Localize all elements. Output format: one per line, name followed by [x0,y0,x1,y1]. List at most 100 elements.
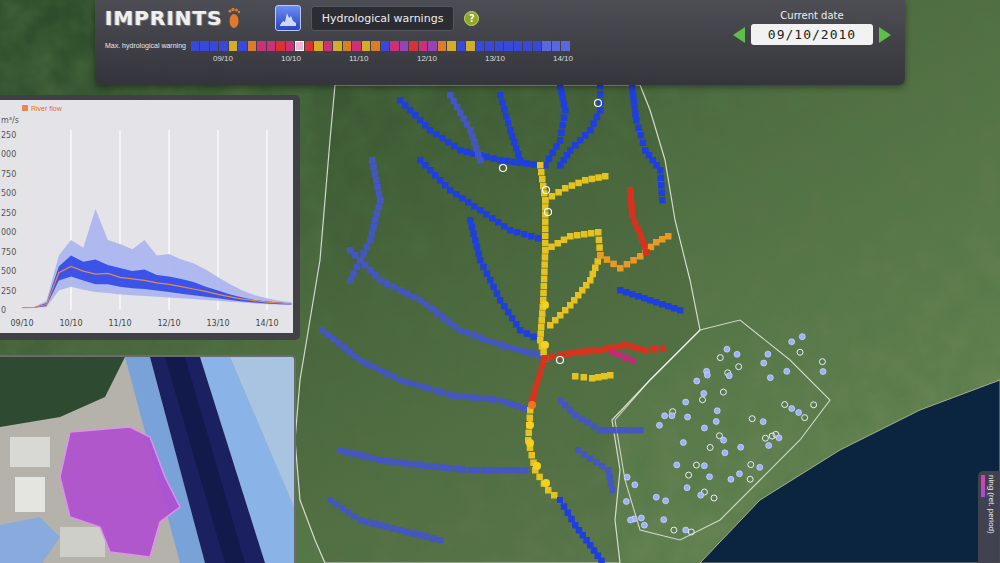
timeline-cell[interactable] [229,41,238,51]
rain-gauge[interactable] [685,414,691,420]
timeline-cell[interactable] [381,41,390,51]
rain-gauge[interactable] [693,462,699,468]
river-segment[interactable] [542,173,609,204]
timeline-cell[interactable] [542,41,551,51]
rain-gauge[interactable] [624,474,630,480]
timeline-cell[interactable] [248,41,257,51]
rain-gauge[interactable] [661,517,667,523]
timeline-cell[interactable] [514,41,523,51]
rain-gauge[interactable] [707,444,713,450]
rain-gauge[interactable] [638,515,644,521]
river-segment[interactable] [537,162,549,362]
timeline-cell[interactable] [504,41,513,51]
rain-gauge[interactable] [684,485,690,491]
rain-gauge[interactable] [776,435,782,441]
rain-gauge[interactable] [766,443,772,449]
rain-gauge[interactable] [767,375,773,381]
rain-gauge[interactable] [641,522,647,528]
timeline-cell[interactable] [362,41,371,51]
timeline-cell[interactable] [409,41,418,51]
rain-gauge[interactable] [722,450,728,456]
river-segment[interactable] [572,372,614,382]
rain-gauge[interactable] [717,355,723,361]
rain-gauge[interactable] [782,402,788,408]
rain-gauge[interactable] [701,463,707,469]
warning-station[interactable] [542,479,550,487]
rain-gauge[interactable] [720,389,726,395]
prev-date-button[interactable] [733,27,745,43]
river-segment[interactable] [447,92,484,164]
river-segment[interactable] [497,92,524,164]
river-segment[interactable] [597,233,672,272]
gauge-station[interactable] [543,187,550,194]
rain-gauge[interactable] [680,440,686,446]
timeline-cell[interactable] [333,41,342,51]
river-segment[interactable] [609,349,636,364]
river-segment[interactable] [629,85,666,204]
help-button[interactable]: ? [464,11,479,26]
river-segment[interactable] [397,97,544,169]
timeline-cell[interactable] [343,41,352,51]
timeline-cell[interactable] [457,41,466,51]
rain-gauge[interactable] [683,399,689,405]
river-segment[interactable] [337,447,529,474]
gauge-station[interactable] [595,100,602,107]
river-segment[interactable] [617,287,684,314]
timeline-cell[interactable] [219,41,228,51]
flood-zone[interactable] [60,427,180,557]
timeline-cell[interactable] [428,41,437,51]
timeline-cell[interactable] [476,41,485,51]
river-segment[interactable] [319,327,534,414]
river-segment[interactable] [527,355,549,414]
rain-gauge[interactable] [711,495,717,501]
rain-gauge[interactable] [728,476,734,482]
rain-gauge[interactable] [671,527,677,533]
rain-gauge[interactable] [707,474,713,480]
next-date-button[interactable] [879,27,891,43]
layer-menu[interactable]: Hydrological warnings [311,6,455,31]
river-segment[interactable] [417,157,549,244]
timeline-cell[interactable] [276,41,285,51]
rain-gauge[interactable] [714,408,720,414]
rain-gauge[interactable] [734,351,740,357]
rain-gauge[interactable] [789,406,795,412]
river-segment[interactable] [575,447,616,494]
timeline-cell[interactable] [371,41,380,51]
rain-gauge[interactable] [623,498,629,504]
timeline-cell[interactable] [419,41,428,51]
river-segment[interactable] [467,217,544,344]
rain-gauge[interactable] [721,437,727,443]
warning-station[interactable] [526,421,534,429]
river-segment[interactable] [542,342,666,362]
rain-gauge[interactable] [765,351,771,357]
river-segment[interactable] [347,157,384,284]
layer-button[interactable] [275,5,301,31]
rain-gauge[interactable] [749,416,755,422]
rain-gauge[interactable] [819,359,825,365]
river-segment[interactable] [347,247,544,359]
rain-gauge[interactable] [674,462,680,468]
rain-gauge[interactable] [628,517,634,523]
timeline-cell[interactable] [438,41,447,51]
rain-gauge[interactable] [704,372,710,378]
timeline-cell[interactable] [314,41,323,51]
rain-gauge[interactable] [736,364,742,370]
river-segment[interactable] [542,229,604,329]
timeline-cell[interactable] [533,41,542,51]
river-segment[interactable] [557,397,644,434]
timeline-cell[interactable] [267,41,276,51]
timeline-cell[interactable] [485,41,494,51]
timeline-cell[interactable] [352,41,361,51]
gauge-station[interactable] [500,165,507,172]
timeline-cell[interactable] [200,41,209,51]
rain-gauge[interactable] [799,334,805,340]
rain-gauge[interactable] [669,413,675,419]
rain-gauge[interactable] [701,425,707,431]
rain-gauge[interactable] [698,492,704,498]
timeline-cell[interactable] [466,41,475,51]
rain-gauge[interactable] [700,397,706,403]
rain-gauge[interactable] [820,368,826,374]
warning-station[interactable] [528,401,536,409]
rain-gauge[interactable] [797,349,803,355]
rain-gauge[interactable] [747,476,753,482]
